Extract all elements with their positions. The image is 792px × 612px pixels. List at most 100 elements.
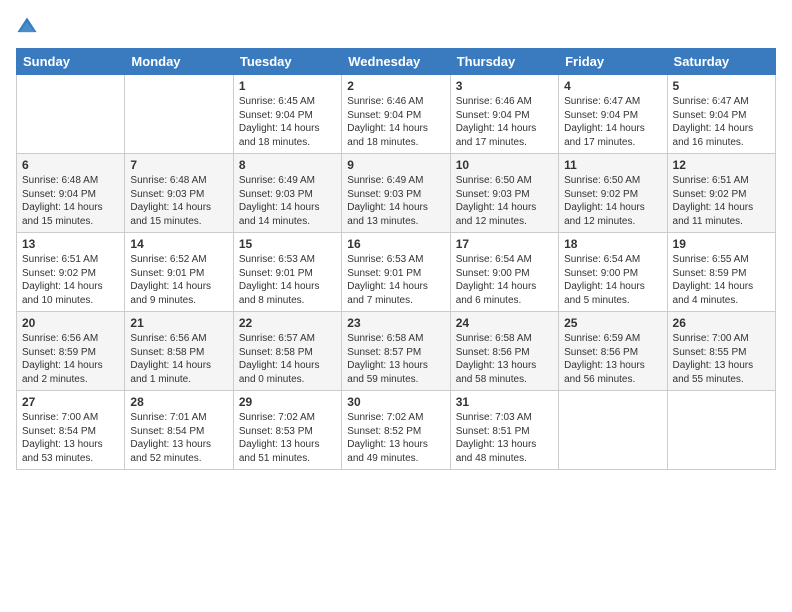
day-number: 11 — [564, 158, 661, 172]
day-number: 1 — [239, 79, 336, 93]
day-number: 25 — [564, 316, 661, 330]
calendar-cell: 28 Sunrise: 7:01 AMSunset: 8:54 PMDayligh… — [125, 391, 233, 470]
calendar-cell: 13 Sunrise: 6:51 AMSunset: 9:02 PMDayligh… — [17, 233, 125, 312]
day-number: 26 — [673, 316, 770, 330]
day-number: 15 — [239, 237, 336, 251]
calendar-cell: 7Sunrise: 6:48 AMSunset: 9:03 PMDaylight… — [125, 154, 233, 233]
day-number: 29 — [239, 395, 336, 409]
week-row-3: 20Sunrise: 6:56 AMSunset: 8:59 PMDayligh… — [17, 312, 776, 391]
cell-text: Sunrise: 6:54 AMSunset: 9:00 PMDaylight:… — [456, 253, 553, 307]
calendar-cell: 4Sunrise: 6:47 AMSunset: 9:04 PMDaylight… — [559, 75, 667, 154]
cell-text: Sunrise: 6:47 AMSunset: 9:04 PMDaylight:… — [673, 95, 770, 149]
cell-text: Sunrise: 7:03 AMSunset: 8:51 PMDaylight:… — [456, 411, 553, 465]
day-number: 14 — [130, 237, 227, 251]
weekday-header-thursday: Thursday — [450, 49, 558, 75]
weekday-header-wednesday: Wednesday — [342, 49, 450, 75]
cell-text: Sunrise: 7:00 AMSunset: 8:54 PMDaylight:… — [22, 411, 119, 465]
cell-text: Sunrise: 6:46 AMSunset: 9:04 PMDaylight:… — [456, 95, 553, 149]
day-number: 3 — [456, 79, 553, 93]
day-number: 30 — [347, 395, 444, 409]
calendar-cell: 6Sunrise: 6:48 AMSunset: 9:04 PMDaylight… — [17, 154, 125, 233]
calendar-cell: 14 Sunrise: 6:52 AMSunset: 9:01 PMDayligh… — [125, 233, 233, 312]
day-number: 4 — [564, 79, 661, 93]
cell-text: Sunrise: 6:46 AMSunset: 9:04 PMDaylight:… — [347, 95, 444, 149]
week-row-1: 6Sunrise: 6:48 AMSunset: 9:04 PMDaylight… — [17, 154, 776, 233]
day-number: 28 — [130, 395, 227, 409]
cell-text: Sunrise: 6:49 AMSunset: 9:03 PMDaylight:… — [239, 174, 336, 228]
day-number: 9 — [347, 158, 444, 172]
cell-text: Sunrise: 7:00 AMSunset: 8:55 PMDaylight:… — [673, 332, 770, 386]
weekday-header-sunday: Sunday — [17, 49, 125, 75]
calendar-cell: 17 Sunrise: 6:54 AMSunset: 9:00 PMDayligh… — [450, 233, 558, 312]
day-number: 18 — [564, 237, 661, 251]
calendar-cell: 18 Sunrise: 6:54 AMSunset: 9:00 PMDayligh… — [559, 233, 667, 312]
week-row-4: 27 Sunrise: 7:00 AMSunset: 8:54 PMDayligh… — [17, 391, 776, 470]
weekday-header-monday: Monday — [125, 49, 233, 75]
calendar-table: SundayMondayTuesdayWednesdayThursdayFrid… — [16, 48, 776, 470]
cell-text: Sunrise: 6:58 AMSunset: 8:56 PMDaylight:… — [456, 332, 553, 386]
day-number: 31 — [456, 395, 553, 409]
day-number: 13 — [22, 237, 119, 251]
cell-text: Sunrise: 6:52 AMSunset: 9:01 PMDaylight:… — [130, 253, 227, 307]
day-number: 24 — [456, 316, 553, 330]
weekday-header-friday: Friday — [559, 49, 667, 75]
header — [16, 16, 776, 38]
day-number: 19 — [673, 237, 770, 251]
weekday-header-tuesday: Tuesday — [233, 49, 341, 75]
cell-text: Sunrise: 6:51 AMSunset: 9:02 PMDaylight:… — [673, 174, 770, 228]
cell-text: Sunrise: 7:02 AMSunset: 8:52 PMDaylight:… — [347, 411, 444, 465]
week-row-2: 13 Sunrise: 6:51 AMSunset: 9:02 PMDayligh… — [17, 233, 776, 312]
calendar-cell: 15Sunrise: 6:53 AMSunset: 9:01 PMDayligh… — [233, 233, 341, 312]
calendar-cell: 30 Sunrise: 7:02 AMSunset: 8:52 PMDayligh… — [342, 391, 450, 470]
cell-text: Sunrise: 6:48 AMSunset: 9:03 PMDaylight:… — [130, 174, 227, 228]
logo-icon — [16, 16, 38, 38]
calendar-cell: 12 Sunrise: 6:51 AMSunset: 9:02 PMDayligh… — [667, 154, 775, 233]
cell-text: Sunrise: 6:51 AMSunset: 9:02 PMDaylight:… — [22, 253, 119, 307]
calendar-cell — [667, 391, 775, 470]
day-number: 12 — [673, 158, 770, 172]
cell-text: Sunrise: 6:45 AMSunset: 9:04 PMDaylight:… — [239, 95, 336, 149]
calendar-cell: 9 Sunrise: 6:49 AMSunset: 9:03 PMDaylight… — [342, 154, 450, 233]
cell-text: Sunrise: 6:56 AMSunset: 8:59 PMDaylight:… — [22, 332, 119, 386]
cell-text: Sunrise: 6:50 AMSunset: 9:02 PMDaylight:… — [564, 174, 661, 228]
calendar-cell: 23 Sunrise: 6:58 AMSunset: 8:57 PMDayligh… — [342, 312, 450, 391]
cell-text: Sunrise: 6:49 AMSunset: 9:03 PMDaylight:… — [347, 174, 444, 228]
logo — [16, 16, 42, 38]
cell-text: Sunrise: 6:50 AMSunset: 9:03 PMDaylight:… — [456, 174, 553, 228]
day-number: 10 — [456, 158, 553, 172]
calendar-cell: 27 Sunrise: 7:00 AMSunset: 8:54 PMDayligh… — [17, 391, 125, 470]
weekday-header-saturday: Saturday — [667, 49, 775, 75]
day-number: 17 — [456, 237, 553, 251]
day-number: 2 — [347, 79, 444, 93]
calendar-cell: 2 Sunrise: 6:46 AMSunset: 9:04 PMDaylight… — [342, 75, 450, 154]
cell-text: Sunrise: 6:54 AMSunset: 9:00 PMDaylight:… — [564, 253, 661, 307]
cell-text: Sunrise: 7:01 AMSunset: 8:54 PMDaylight:… — [130, 411, 227, 465]
calendar-cell: 26 Sunrise: 7:00 AMSunset: 8:55 PMDayligh… — [667, 312, 775, 391]
calendar-cell: 1 Sunrise: 6:45 AMSunset: 9:04 PMDaylight… — [233, 75, 341, 154]
calendar-cell: 10 Sunrise: 6:50 AMSunset: 9:03 PMDayligh… — [450, 154, 558, 233]
cell-text: Sunrise: 7:02 AMSunset: 8:53 PMDaylight:… — [239, 411, 336, 465]
calendar-cell: 29 Sunrise: 7:02 AMSunset: 8:53 PMDayligh… — [233, 391, 341, 470]
calendar-cell: 31 Sunrise: 7:03 AMSunset: 8:51 PMDayligh… — [450, 391, 558, 470]
calendar-cell: 25 Sunrise: 6:59 AMSunset: 8:56 PMDayligh… — [559, 312, 667, 391]
cell-text: Sunrise: 6:55 AMSunset: 8:59 PMDaylight:… — [673, 253, 770, 307]
calendar-cell: 22Sunrise: 6:57 AMSunset: 8:58 PMDayligh… — [233, 312, 341, 391]
calendar-cell: 19 Sunrise: 6:55 AMSunset: 8:59 PMDayligh… — [667, 233, 775, 312]
cell-text: Sunrise: 6:57 AMSunset: 8:58 PMDaylight:… — [239, 332, 336, 386]
day-number: 16 — [347, 237, 444, 251]
week-row-0: 1 Sunrise: 6:45 AMSunset: 9:04 PMDaylight… — [17, 75, 776, 154]
cell-text: Sunrise: 6:56 AMSunset: 8:58 PMDaylight:… — [130, 332, 227, 386]
day-number: 23 — [347, 316, 444, 330]
calendar-cell: 11 Sunrise: 6:50 AMSunset: 9:02 PMDayligh… — [559, 154, 667, 233]
cell-text: Sunrise: 6:59 AMSunset: 8:56 PMDaylight:… — [564, 332, 661, 386]
day-number: 27 — [22, 395, 119, 409]
calendar-cell: 3 Sunrise: 6:46 AMSunset: 9:04 PMDaylight… — [450, 75, 558, 154]
calendar-cell: 5Sunrise: 6:47 AMSunset: 9:04 PMDaylight… — [667, 75, 775, 154]
day-number: 6 — [22, 158, 119, 172]
day-number: 8 — [239, 158, 336, 172]
calendar-cell: 24 Sunrise: 6:58 AMSunset: 8:56 PMDayligh… — [450, 312, 558, 391]
cell-text: Sunrise: 6:58 AMSunset: 8:57 PMDaylight:… — [347, 332, 444, 386]
calendar-cell: 8 Sunrise: 6:49 AMSunset: 9:03 PMDaylight… — [233, 154, 341, 233]
day-number: 21 — [130, 316, 227, 330]
weekday-header-row: SundayMondayTuesdayWednesdayThursdayFrid… — [17, 49, 776, 75]
